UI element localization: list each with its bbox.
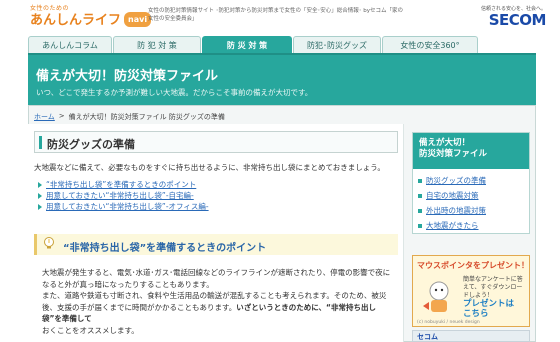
anchor-link-home[interactable]: 用意しておきたい“非常持ち出し袋”-自宅編- bbox=[38, 190, 209, 201]
sidebar-item-label: 防災グッズの準備 bbox=[426, 176, 486, 185]
body-paragraph: 大地震が発生すると、電気･水道･ガス･電話回線などのライフラインが遮断されたり、… bbox=[42, 267, 394, 336]
promo-banner[interactable]: マウスポインタをプレゼント！ 簡単なアンケートに答えて、すぐダウンロードしよう！… bbox=[412, 255, 530, 327]
tab-safety-goods[interactable]: 防犯･防災グッズ bbox=[293, 36, 381, 53]
tab-anshin-column[interactable]: あんしんコラム bbox=[28, 36, 112, 53]
tab-disaster-prevention[interactable]: 防 災 対 策 bbox=[202, 36, 292, 53]
triangle-bullet-icon bbox=[38, 192, 42, 199]
anchor-link-label: 用意しておきたい“非常持ち出し袋”-オフィス編- bbox=[46, 202, 209, 211]
secom-wordmark: SECOM bbox=[488, 11, 547, 29]
anchor-link-label: 用意しておきたい“非常持ち出し袋”-自宅編- bbox=[46, 191, 194, 200]
promo-cta-line1: プレゼントは bbox=[463, 299, 515, 309]
sidebar-list: 防災グッズの準備 自宅の地震対策 外出時の地震対策 大地震がきたら bbox=[413, 169, 529, 237]
page-title: 備えが大切！防災対策ファイル bbox=[36, 69, 219, 84]
square-bullet-icon bbox=[418, 193, 422, 198]
logo-title: あんしんライフ navi bbox=[30, 12, 152, 28]
site-tagline: 女性の防犯対策情報サイト ･防犯対策から防災対策まで女性の「安全･安心」総合情報… bbox=[148, 8, 403, 22]
section-accent-bar bbox=[39, 136, 42, 149]
mascot-icon bbox=[423, 281, 449, 312]
subsection-header: “非常持ち出し袋”を準備するときのポイント bbox=[34, 234, 398, 255]
page-banner: 備えが大切！防災対策ファイル いつ、どこで発生するか予測が難しい大地震。だからこ… bbox=[28, 53, 536, 105]
promo-description: 簡単なアンケートに答えて、すぐダウンロードしよう！ bbox=[463, 276, 523, 299]
sidebar-item-goods[interactable]: 防災グッズの準備 bbox=[418, 173, 524, 188]
body-line-1: 大地震が発生すると、電気･水道･ガス･電話回線などのライフラインが遮断されたり、… bbox=[42, 268, 391, 289]
logo-subtitle: 女性のための bbox=[30, 5, 70, 12]
body-line-3: おくことをオススメします。 bbox=[42, 325, 139, 335]
promo-cta-line2: こちら bbox=[463, 309, 489, 319]
logo-text: あんしんライフ bbox=[30, 13, 122, 28]
promo-credit: (c) nobuyuki / neuek design bbox=[417, 320, 480, 325]
sidebar-item-label: 自宅の地震対策 bbox=[426, 191, 479, 200]
promo-cta: プレゼントは こちら bbox=[463, 299, 514, 319]
site-logo[interactable]: 女性のための あんしんライフ navi bbox=[30, 3, 152, 28]
sidebar-header-line2: 防災対策ファイル bbox=[419, 149, 488, 159]
anchor-link-points[interactable]: “非常持ち出し袋”を準備するときのポイント bbox=[38, 179, 209, 190]
secom-logo[interactable]: 信頼される安心を、社会へ。 SECOM bbox=[481, 5, 547, 29]
breadcrumb-current: 備えが大切！防災対策ファイル 防災グッズの準備 bbox=[68, 113, 225, 121]
promo-title: マウスポインタをプレゼント！ bbox=[417, 261, 529, 270]
square-bullet-icon bbox=[418, 178, 422, 183]
square-bullet-icon bbox=[418, 208, 422, 213]
lightbulb-icon bbox=[44, 237, 54, 249]
section-title: 防災グッズの準備 bbox=[47, 138, 135, 151]
anchor-link-label: “非常持ち出し袋”を準備するときのポイント bbox=[46, 180, 197, 189]
sidebar-header: 備えが大切！ 防災対策ファイル bbox=[413, 133, 529, 169]
tab-crime-prevention[interactable]: 防 犯 対 策 bbox=[113, 36, 201, 53]
anchor-links: “非常持ち出し袋”を準備するときのポイント 用意しておきたい“非常持ち出し袋”-… bbox=[38, 179, 209, 212]
breadcrumb-home[interactable]: ホーム bbox=[34, 112, 55, 122]
triangle-bullet-icon bbox=[38, 181, 42, 188]
sidebar-item-label: 外出時の地震対策 bbox=[426, 206, 486, 215]
sidebar-header-line1: 備えが大切！ bbox=[419, 138, 471, 148]
main-nav: あんしんコラム 防 犯 対 策 防 災 対 策 防犯･防災グッズ 女性の安全36… bbox=[28, 36, 536, 53]
sidebar-item-label: 大地震がきたら bbox=[426, 221, 479, 230]
subsection-title: “非常持ち出し袋”を準備するときのポイント bbox=[63, 243, 267, 254]
page-subtitle: いつ、どこで発生するか予測が難しい大地震。だからこそ事前の備えが大切です。 bbox=[36, 88, 313, 97]
breadcrumb-separator: > bbox=[58, 112, 65, 120]
section-intro: 大地震などに備えて、必要なものをすぐに持ち出せるように、非常持ち出し袋にまとめて… bbox=[34, 163, 385, 172]
sidebar-item-outside-quake[interactable]: 外出時の地震対策 bbox=[418, 203, 524, 218]
anchor-link-office[interactable]: 用意しておきたい“非常持ち出し袋”-オフィス編- bbox=[38, 201, 209, 212]
sidebar-item-big-quake[interactable]: 大地震がきたら bbox=[418, 218, 524, 233]
secom-side-banner[interactable]: セコム bbox=[412, 330, 530, 342]
sidebar-menu: 備えが大切！ 防災対策ファイル 防災グッズの準備 自宅の地震対策 外出時の地震対… bbox=[412, 132, 530, 234]
secom-side-label: セコム bbox=[417, 333, 438, 341]
sidebar-item-home-quake[interactable]: 自宅の地震対策 bbox=[418, 188, 524, 203]
square-bullet-icon bbox=[418, 223, 422, 228]
triangle-bullet-icon bbox=[38, 203, 42, 210]
tab-women-safety-360[interactable]: 女性の安全360° bbox=[382, 36, 478, 53]
section-header: 防災グッズの準備 bbox=[34, 131, 398, 153]
breadcrumb: ホーム > 備えが大切！防災対策ファイル 防災グッズの準備 bbox=[34, 112, 225, 122]
site-header: 女性のための あんしんライフ navi 女性の防犯対策情報サイト ･防犯対策から防… bbox=[0, 0, 560, 36]
